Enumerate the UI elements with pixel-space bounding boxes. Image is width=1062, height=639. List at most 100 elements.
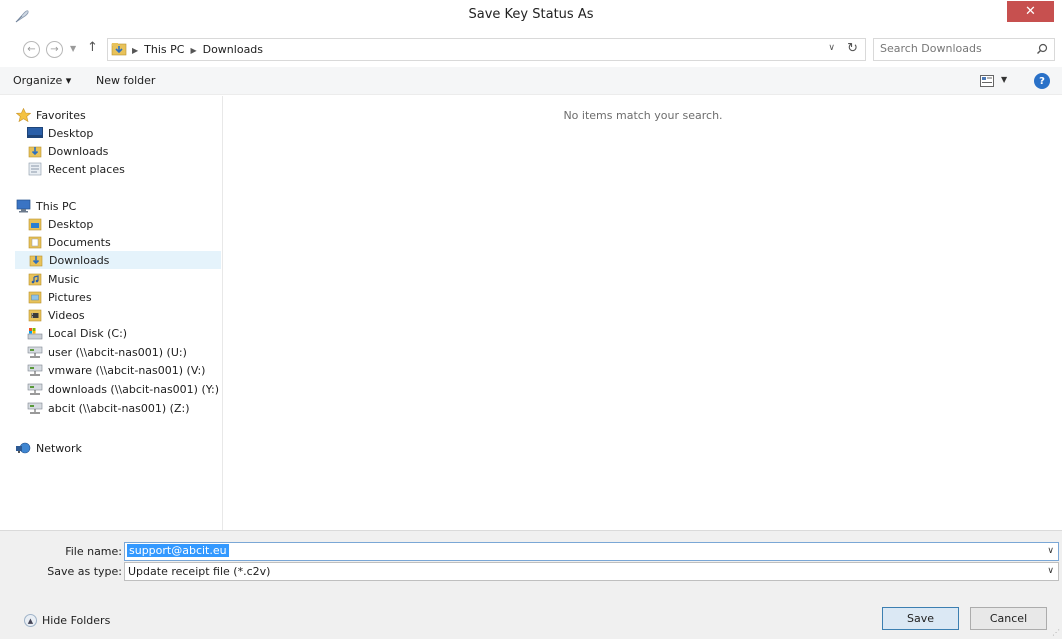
downloads-folder-icon <box>27 144 43 158</box>
file-name-label: File name: <box>65 545 122 558</box>
pictures-folder-icon <box>27 290 43 304</box>
search-input[interactable] <box>880 42 1030 55</box>
file-list-area[interactable]: No items match your search. <box>224 96 1062 530</box>
nav-fav-recent-places-label: Recent places <box>48 162 125 176</box>
documents-folder-icon <box>27 235 43 249</box>
nav-fav-downloads[interactable]: Downloads <box>15 142 221 160</box>
save-options-panel: File name: support@abcit.eu ∨ Save as ty… <box>0 530 1062 639</box>
up-arrow-icon[interactable]: ↑ <box>87 40 98 55</box>
organize-menu-button[interactable]: Organize ▾ <box>13 74 71 87</box>
forward-arrow-icon: → <box>50 44 59 55</box>
back-arrow-icon: ← <box>27 44 36 55</box>
nav-favorites[interactable]: Favorites <box>15 106 221 124</box>
window-title: Save Key Status As <box>468 7 594 22</box>
nav-pc-documents[interactable]: Documents <box>15 233 221 251</box>
nav-network-label: Network <box>36 441 82 455</box>
nav-pc-desktop[interactable]: Desktop <box>15 215 221 233</box>
navigation-pane[interactable]: Favorites Desktop Downloads Recent place… <box>9 96 223 530</box>
save-as-type-value: Update receipt file (*.c2v) <box>128 565 271 578</box>
nav-pc-drive-u-label: user (\\abcit-nas001) (U:) <box>48 345 187 359</box>
breadcrumb-this-pc[interactable]: This PC <box>144 43 184 56</box>
save-as-type-chevron-icon[interactable]: ∨ <box>1047 566 1054 576</box>
search-icon[interactable] <box>1036 43 1048 58</box>
local-disk-icon <box>27 326 43 340</box>
refresh-icon[interactable]: ↻ <box>847 41 858 56</box>
nav-pc-drive-v[interactable]: vmware (\\abcit-nas001) (V:) <box>15 361 221 379</box>
nav-pc-downloads[interactable]: Downloads <box>15 251 221 269</box>
network-drive-icon <box>27 401 43 415</box>
breadcrumb: ▶ This PC ▶ Downloads <box>132 43 263 56</box>
recent-places-icon <box>27 162 43 176</box>
computer-icon <box>15 199 31 213</box>
save-button-label: Save <box>906 612 934 625</box>
collapse-up-icon: ▲ <box>24 614 37 627</box>
help-icon[interactable]: ? <box>1034 73 1050 89</box>
empty-results-message: No items match your search. <box>563 109 723 122</box>
nav-pc-drive-z[interactable]: abcit (\\abcit-nas001) (Z:) <box>15 399 221 417</box>
nav-fav-recent-places[interactable]: Recent places <box>15 160 221 178</box>
cancel-button-label: Cancel <box>989 612 1028 625</box>
cancel-button[interactable]: Cancel <box>970 607 1047 630</box>
network-drive-icon <box>27 382 43 396</box>
command-bar: Organize ▾ New folder ▼ ? <box>0 67 1062 95</box>
desktop-icon <box>27 126 43 140</box>
save-as-type-select[interactable]: Update receipt file (*.c2v) ∨ <box>124 562 1059 581</box>
music-folder-icon <box>27 272 43 286</box>
nav-pc-drive-u[interactable]: user (\\abcit-nas001) (U:) <box>15 343 221 361</box>
breadcrumb-separator-icon: ▶ <box>190 46 197 55</box>
star-icon <box>15 108 31 122</box>
save-button[interactable]: Save <box>882 607 959 630</box>
file-name-input[interactable]: support@abcit.eu ∨ <box>124 542 1059 561</box>
nav-pc-videos[interactable]: Videos <box>15 306 221 324</box>
nav-pc-music-label: Music <box>48 272 80 286</box>
nav-pc-drive-y[interactable]: downloads (\\abcit-nas001) (Y:) <box>15 380 221 398</box>
downloads-folder-icon <box>111 42 127 59</box>
file-name-dropdown-chevron-icon[interactable]: ∨ <box>1047 546 1054 556</box>
nav-fav-desktop[interactable]: Desktop <box>15 124 221 142</box>
file-name-value: support@abcit.eu <box>127 544 229 557</box>
new-folder-button[interactable]: New folder <box>96 74 155 87</box>
nav-pc-pictures[interactable]: Pictures <box>15 288 221 306</box>
nav-pc-local-disk[interactable]: Local Disk (C:) <box>15 324 221 342</box>
breadcrumb-downloads[interactable]: Downloads <box>203 43 263 56</box>
change-view-icon[interactable] <box>980 75 994 90</box>
nav-fav-downloads-label: Downloads <box>48 144 109 158</box>
search-box[interactable] <box>873 38 1055 61</box>
nav-pc-drive-y-label: downloads (\\abcit-nas001) (Y:) <box>48 382 220 396</box>
save-as-type-label: Save as type: <box>47 565 122 578</box>
resize-grip-icon[interactable]: ⋰ <box>1052 628 1060 637</box>
network-icon <box>15 441 31 455</box>
nav-this-pc[interactable]: This PC <box>15 197 221 215</box>
nav-pc-videos-label: Videos <box>48 308 85 322</box>
nav-network[interactable]: Network <box>15 439 221 457</box>
network-drive-icon <box>27 363 43 377</box>
address-bar[interactable]: ▶ This PC ▶ Downloads ∨ ↻ <box>107 38 866 61</box>
nav-pc-pictures-label: Pictures <box>48 290 92 304</box>
close-icon: ✕ <box>1025 4 1036 19</box>
forward-button[interactable]: → <box>46 41 63 58</box>
view-options-chevron-icon[interactable]: ▼ <box>1001 75 1007 84</box>
videos-folder-icon <box>27 308 43 322</box>
left-margin <box>0 96 9 530</box>
nav-favorites-label: Favorites <box>36 108 86 122</box>
nav-pc-drive-v-label: vmware (\\abcit-nas001) (V:) <box>48 363 206 377</box>
address-dropdown-chevron-icon[interactable]: ∨ <box>828 43 835 53</box>
nav-pc-music[interactable]: Music <box>15 270 221 288</box>
hide-folders-button[interactable]: ▲ Hide Folders <box>24 614 110 627</box>
downloads-folder-icon <box>28 253 44 267</box>
nav-pc-drive-z-label: abcit (\\abcit-nas001) (Z:) <box>48 401 190 415</box>
nav-pc-local-disk-label: Local Disk (C:) <box>48 326 128 340</box>
recent-locations-chevron-icon[interactable]: ▼ <box>70 44 76 53</box>
nav-this-pc-label: This PC <box>36 199 77 213</box>
nav-pc-desktop-label: Desktop <box>48 217 94 231</box>
close-button[interactable]: ✕ <box>1007 1 1054 22</box>
nav-fav-desktop-label: Desktop <box>48 126 94 140</box>
title-bar: Save Key Status As ✕ <box>0 0 1062 31</box>
nav-pc-downloads-label: Downloads <box>49 253 110 267</box>
hide-folders-label: Hide Folders <box>42 614 111 627</box>
nav-pc-documents-label: Documents <box>48 235 111 249</box>
desktop-folder-icon <box>27 217 43 231</box>
network-drive-icon <box>27 345 43 359</box>
breadcrumb-separator-icon: ▶ <box>132 46 139 55</box>
back-button[interactable]: ← <box>23 41 40 58</box>
